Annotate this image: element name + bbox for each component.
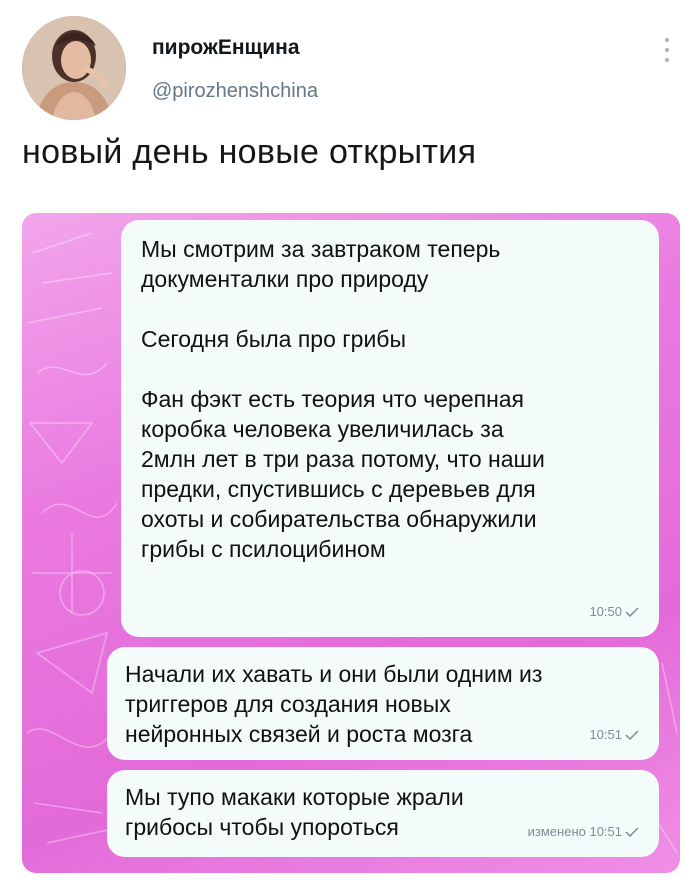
message-line: Сегодня была про грибы xyxy=(141,326,407,352)
more-dot xyxy=(665,58,669,62)
message-line: охоты и собирательства обнаружили xyxy=(141,506,537,532)
check-icon xyxy=(625,827,639,837)
tweet-text: новый день новые открытия xyxy=(22,133,477,171)
more-vertical-icon[interactable] xyxy=(664,38,670,62)
message-line: Начали их хавать и они были одним из xyxy=(125,661,543,687)
avatar-portrait-image xyxy=(22,16,126,120)
message-line: предки, спустившись с деревьев для xyxy=(141,476,536,502)
message-line: Мы смотрим за завтраком теперь xyxy=(141,236,501,262)
message-line: Фан фэкт есть теория что черепная xyxy=(141,386,525,412)
message-bubble[interactable]: Мы смотрим за завтраком теперь документа… xyxy=(121,220,659,637)
message-bubble[interactable]: Начали их хавать и они были одним из три… xyxy=(107,647,659,760)
message-line: нейронных связей и роста мозга xyxy=(125,721,473,747)
message-line-break xyxy=(141,354,641,384)
message-line: грибы с псилоцибином xyxy=(141,536,386,562)
username-handle[interactable]: @pirozhenshchina xyxy=(152,80,318,103)
message-line: 2млн лет в три раза потому, что наши xyxy=(141,446,545,472)
check-icon xyxy=(625,730,639,740)
message-bubble[interactable]: Мы тупо макаки которые жрали грибосы что… xyxy=(107,770,659,857)
message-timestamp: изменено 10:51 xyxy=(528,817,639,847)
message-line: триггеров для создания новых xyxy=(125,691,451,717)
timestamp-text: 10:50 xyxy=(589,604,622,619)
timestamp-text: изменено 10:51 xyxy=(527,824,622,839)
display-name[interactable]: пирожЕнщина xyxy=(152,36,300,60)
timestamp-text: 10:51 xyxy=(589,727,622,742)
message-line: коробка человека увеличилась за xyxy=(141,416,504,442)
message-timestamp: 10:51 xyxy=(589,720,639,750)
more-dot xyxy=(665,38,669,42)
message-line: документалки про природу xyxy=(141,266,429,292)
message-line-break xyxy=(141,294,641,324)
message-line: Мы тупо макаки которые жрали xyxy=(125,784,464,810)
message-timestamp: 10:50 xyxy=(589,597,639,627)
check-icon xyxy=(625,607,639,617)
avatar[interactable] xyxy=(22,16,126,120)
more-dot xyxy=(665,48,669,52)
chat-screenshot: Мы смотрим за завтраком теперь документа… xyxy=(22,213,680,873)
